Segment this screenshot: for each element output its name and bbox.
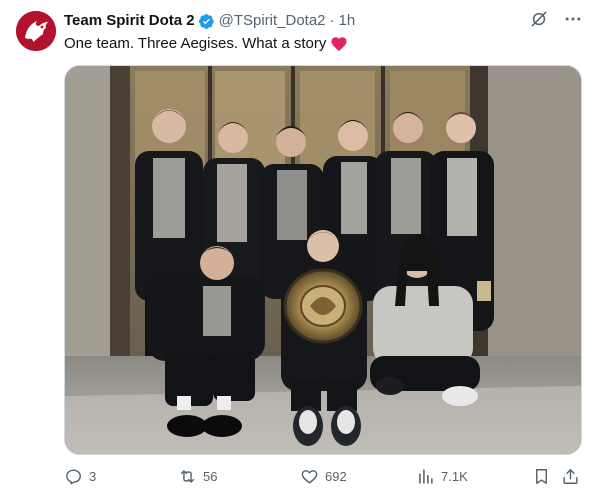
views-count: 7.1K xyxy=(441,468,468,484)
views-button[interactable]: 7.1K xyxy=(416,462,468,490)
avatar[interactable] xyxy=(16,11,56,51)
retweet-button[interactable]: 56 xyxy=(178,462,217,490)
reply-button[interactable]: 3 xyxy=(64,462,96,490)
reply-icon xyxy=(66,468,81,484)
tweet-body: One team. Three Aegises. What a story xyxy=(64,35,327,52)
header-actions xyxy=(528,8,584,30)
timestamp[interactable]: 1h xyxy=(339,12,356,30)
display-name[interactable]: Team Spirit Dota 2 xyxy=(64,12,195,30)
handle[interactable]: @TSpirit_Dota2 xyxy=(219,12,326,30)
retweet-count: 56 xyxy=(203,468,218,484)
red-heart-emoji-icon xyxy=(330,35,348,53)
tweet-photo[interactable] xyxy=(64,65,582,455)
bookmark-icon xyxy=(536,468,547,484)
share-icon xyxy=(563,468,578,484)
bookmark-button[interactable] xyxy=(532,462,551,490)
like-count: 692 xyxy=(325,468,347,484)
tweet-header: Team Spirit Dota 2 @TSpirit_Dota2 · 1h xyxy=(64,11,584,30)
team-spirit-logo-icon xyxy=(16,11,56,51)
like-button[interactable]: 692 xyxy=(300,462,347,490)
tweet-card[interactable]: Team Spirit Dota 2 @TSpirit_Dota2 · 1h O… xyxy=(0,0,600,493)
tweet-actions: 3 56 692 7.1K xyxy=(64,462,586,490)
separator-dot: · xyxy=(329,12,335,29)
views-chart-icon xyxy=(419,468,433,484)
grok-icon[interactable] xyxy=(528,8,550,30)
more-options-icon[interactable] xyxy=(562,8,584,30)
verified-badge-icon[interactable] xyxy=(198,13,215,30)
reply-count: 3 xyxy=(89,468,97,484)
share-button[interactable] xyxy=(561,462,580,490)
tweet-text: One team. Three Aegises. What a story xyxy=(64,34,348,54)
team-photo-image xyxy=(65,66,581,454)
retweet-icon xyxy=(180,469,195,483)
heart-outline-icon xyxy=(301,469,318,484)
